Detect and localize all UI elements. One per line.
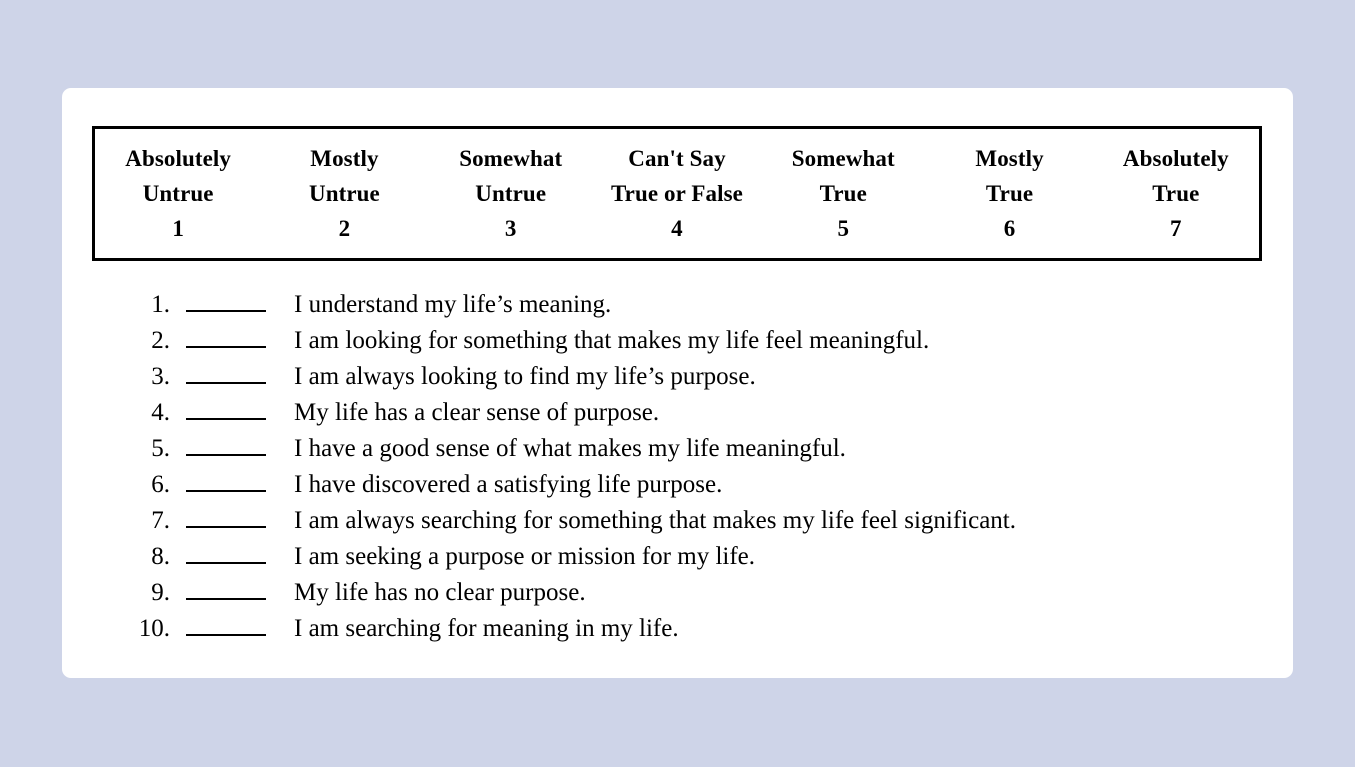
scale-option-3-line2: Untrue <box>475 181 547 206</box>
item-answer-blank[interactable] <box>186 392 266 420</box>
item-answer-blank[interactable] <box>186 572 266 600</box>
item-number: 7. <box>151 507 170 534</box>
scale-option-7-line2: True <box>1152 181 1200 206</box>
item-row: 1. I understand my life’s meaning. <box>62 284 1293 320</box>
item-answer-blank[interactable] <box>186 536 266 564</box>
scale-option-1-line1: Absolutely <box>125 146 232 171</box>
scale-option-2-line2: Untrue <box>308 181 380 206</box>
item-number: 8. <box>151 543 170 570</box>
item-statement: I have discovered a satisfying life purp… <box>294 471 723 498</box>
item-statement: I have a good sense of what makes my lif… <box>294 435 846 462</box>
page-background: Absolutely Untrue 1 Mostly Untrue 2 Some… <box>0 0 1355 767</box>
scale-option-5-line1: Somewhat <box>791 146 895 171</box>
item-answer-blank[interactable] <box>186 500 266 528</box>
item-number: 3. <box>151 363 170 390</box>
item-number: 6. <box>151 471 170 498</box>
item-number: 5. <box>151 435 170 462</box>
item-number: 4. <box>151 399 170 426</box>
item-statement: I am always searching for something that… <box>294 507 1016 534</box>
item-number: 1. <box>151 291 170 318</box>
item-number: 10. <box>138 615 170 642</box>
scale-option-2-value: 2 <box>338 216 351 241</box>
scale-option-4-value: 4 <box>671 216 683 241</box>
item-row: 2. I am looking for something that makes… <box>62 320 1293 356</box>
item-row: 6. I have discovered a satisfying life p… <box>62 464 1293 500</box>
item-answer-blank[interactable] <box>186 464 266 492</box>
item-row: 4. My life has a clear sense of purpose. <box>62 392 1293 428</box>
scale-option-3[interactable]: Somewhat Untrue 3 <box>428 141 594 246</box>
scale-option-4-line1: Can't Say <box>628 146 726 171</box>
item-statement: I am searching for meaning in my life. <box>294 615 679 642</box>
item-statement: I am looking for something that makes my… <box>294 327 930 354</box>
item-number: 2. <box>151 327 170 354</box>
item-row: 3. I am always looking to find my life’s… <box>62 356 1293 392</box>
scale-option-6-line1: Mostly <box>975 146 1044 171</box>
item-row: 8. I am seeking a purpose or mission for… <box>62 536 1293 572</box>
item-answer-blank[interactable] <box>186 284 266 312</box>
item-answer-blank[interactable] <box>186 428 266 456</box>
item-answer-blank[interactable] <box>186 356 266 384</box>
item-answer-blank[interactable] <box>186 320 266 348</box>
item-row: 10. I am searching for meaning in my lif… <box>62 608 1293 644</box>
scale-option-6-line2: True <box>985 181 1034 206</box>
scale-option-1-value: 1 <box>172 216 184 241</box>
item-statement: My life has a clear sense of purpose. <box>294 399 660 426</box>
scale-option-2-line1: Mostly <box>310 146 379 171</box>
scale-option-3-line1: Somewhat <box>459 146 563 171</box>
item-row: 9. My life has no clear purpose. <box>62 572 1293 608</box>
item-statement: I am seeking a purpose or mission for my… <box>294 543 756 570</box>
questionnaire-items: 1. I understand my life’s meaning. 2. I … <box>62 284 1293 644</box>
scale-option-5[interactable]: Somewhat True 5 <box>760 141 926 246</box>
item-statement: I understand my life’s meaning. <box>294 291 612 318</box>
scale-option-4[interactable]: Can't Say True or False 4 <box>594 141 760 246</box>
item-statement: I am always looking to find my life’s pu… <box>294 363 756 390</box>
document-card: Absolutely Untrue 1 Mostly Untrue 2 Some… <box>62 88 1293 678</box>
scale-option-1-line2: Untrue <box>142 181 214 206</box>
response-scale-table: Absolutely Untrue 1 Mostly Untrue 2 Some… <box>92 126 1262 261</box>
scale-option-5-value: 5 <box>837 216 850 241</box>
scale-option-6[interactable]: Mostly True 6 <box>926 141 1092 246</box>
scale-option-1[interactable]: Absolutely Untrue 1 <box>95 141 261 246</box>
scale-option-5-line2: True <box>819 181 867 206</box>
scale-option-7[interactable]: Absolutely True 7 <box>1093 141 1259 246</box>
scale-option-7-value: 7 <box>1170 216 1182 241</box>
scale-option-7-line1: Absolutely <box>1122 146 1229 171</box>
item-answer-blank[interactable] <box>186 608 266 636</box>
item-row: 7. I am always searching for something t… <box>62 500 1293 536</box>
item-row: 5. I have a good sense of what makes my … <box>62 428 1293 464</box>
scale-option-6-value: 6 <box>1003 216 1016 241</box>
scale-option-2[interactable]: Mostly Untrue 2 <box>261 141 427 246</box>
item-number: 9. <box>151 579 170 606</box>
scale-option-3-value: 3 <box>504 216 517 241</box>
item-statement: My life has no clear purpose. <box>294 579 586 606</box>
scale-option-4-line2: True or False <box>610 181 743 206</box>
